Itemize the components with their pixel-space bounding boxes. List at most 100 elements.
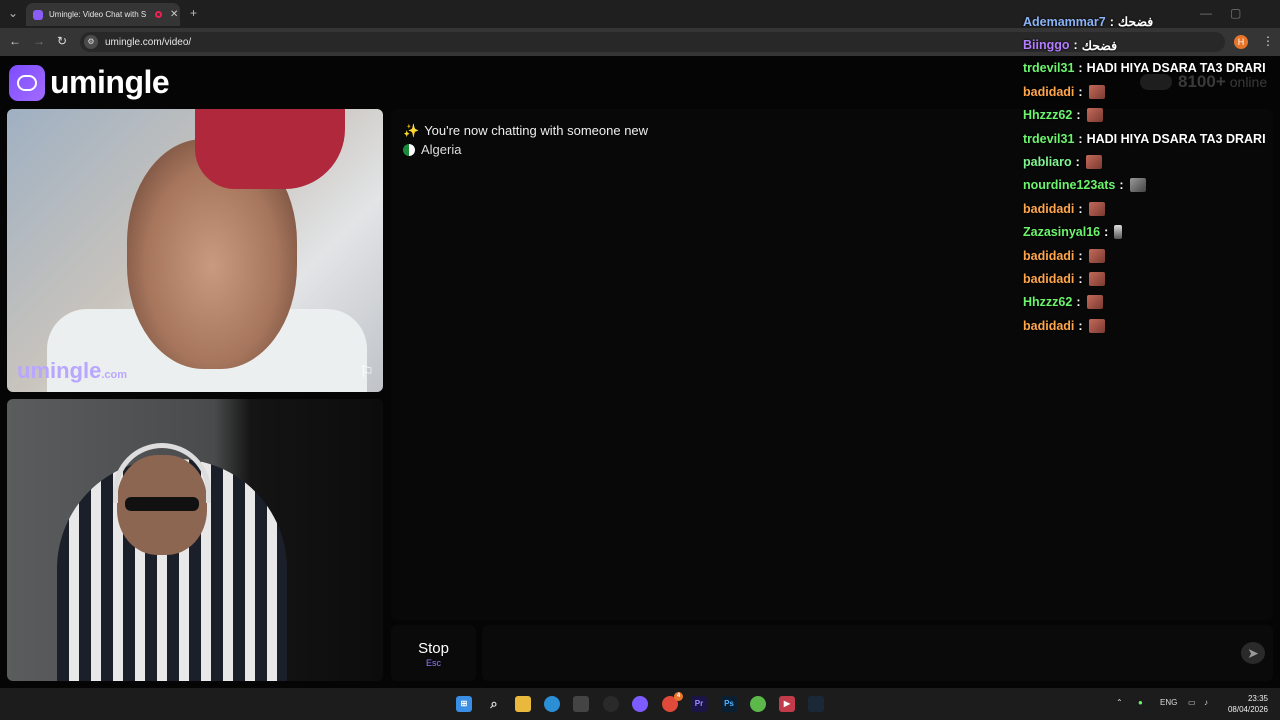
search-icon[interactable]: ⌕ — [486, 696, 502, 712]
chat-username: badidadi — [1023, 84, 1075, 99]
microphone-icon[interactable]: ● — [1138, 698, 1143, 707]
stranger-country: Algeria — [403, 142, 461, 157]
stream-chat-message: trdevil31: HADI HIYA DSARA TA3 DRARI — [1023, 57, 1280, 80]
self-video — [7, 399, 383, 681]
messenger-icon[interactable] — [632, 696, 648, 712]
url-text: umingle.com/video/ — [105, 36, 192, 48]
send-icon[interactable]: ➤ — [1241, 642, 1265, 664]
file-explorer-icon[interactable] — [515, 696, 531, 712]
new-tab-button[interactable]: + — [190, 6, 197, 20]
chat-separator: : — [1104, 225, 1109, 240]
chat-username: Hhzzz62 — [1023, 108, 1073, 123]
self-subject-sunglasses — [125, 497, 199, 511]
stop-label: Stop — [418, 640, 449, 657]
premiere-icon[interactable]: Pr — [691, 696, 707, 712]
clock-date: 08/04/2026 — [1227, 705, 1268, 714]
media-player-icon[interactable]: ▶ — [779, 696, 795, 712]
stream-chat-message: Ademammar7: فضحك — [1023, 10, 1280, 33]
chat-emote-icon — [1085, 155, 1102, 170]
stream-chat-message: badidadi: — [1023, 267, 1280, 290]
chat-username: Ademammar7 — [1023, 14, 1106, 29]
chat-username: trdevil31 — [1023, 61, 1075, 76]
chat-emote-icon — [1088, 248, 1105, 263]
chat-username: Biinggo — [1023, 38, 1070, 53]
utorrent-icon[interactable] — [750, 696, 766, 712]
chat-emote-icon — [1088, 318, 1105, 333]
forward-button[interactable]: → — [33, 34, 45, 48]
stream-chat-message: nourdine123ats: — [1023, 174, 1280, 197]
system-clock[interactable]: 23:35 08/04/2026 — [1222, 693, 1268, 715]
clock-time: 23:35 — [1247, 694, 1268, 703]
back-button[interactable]: ← — [9, 34, 21, 48]
stranger-video: umingle.com ⚐ — [7, 109, 383, 392]
stream-chat-overlay: Ademammar7: فضحك Biinggo: فضحك trdevil31: HAD… — [1023, 10, 1280, 337]
browser-tab[interactable]: Umingle: Video Chat with S ✕ — [26, 3, 180, 26]
tab-close-icon[interactable]: ✕ — [170, 9, 178, 20]
chat-username: Zazasinyal16 — [1023, 225, 1101, 240]
stream-chat-message: Hhzzz62: — [1023, 291, 1280, 314]
store-icon[interactable] — [573, 696, 589, 712]
photoshop-icon[interactable]: Ps — [721, 696, 737, 712]
stream-chat-message: trdevil31: HADI HIYA DSARA TA3 DRARI — [1023, 127, 1280, 150]
chat-emote-icon — [1088, 201, 1105, 216]
chat-separator: : — [1109, 14, 1114, 29]
chat-message-text: فضحك — [1081, 38, 1118, 53]
obs-icon[interactable] — [603, 696, 619, 712]
stream-chat-message: Biinggo: فضحك — [1023, 33, 1280, 56]
reload-button[interactable]: ↻ — [57, 34, 67, 48]
chat-separator: : — [1078, 131, 1083, 146]
stream-chat-message: Hhzzz62: — [1023, 104, 1280, 127]
algeria-flag-icon — [403, 143, 415, 156]
stop-shortcut: Esc — [425, 658, 441, 668]
chat-emote-icon — [1086, 295, 1103, 310]
stop-button[interactable]: Stop Esc — [391, 625, 476, 681]
system-message: ✨ You're now chatting with someone new — [403, 123, 649, 138]
recording-indicator-icon — [155, 11, 162, 18]
country-name: Algeria — [421, 142, 462, 157]
chat-message-text: فضحك — [1117, 15, 1154, 30]
report-flag-icon[interactable]: ⚐ — [360, 362, 374, 382]
chat-separator: : — [1119, 178, 1124, 193]
stream-chat-message: badidadi: — [1023, 244, 1280, 267]
chat-separator: : — [1078, 201, 1083, 216]
sparkles-icon: ✨ — [403, 123, 420, 138]
chat-separator: : — [1078, 318, 1083, 333]
language-indicator[interactable]: ENG — [1160, 698, 1177, 707]
chat-message-text: HADI HIYA DSARA TA3 DRARI — [1086, 131, 1266, 146]
logo-text: umingle — [50, 64, 170, 100]
chat-username: badidadi — [1023, 201, 1075, 216]
steam-icon[interactable] — [808, 696, 824, 712]
chat-username: trdevil31 — [1023, 131, 1075, 146]
stream-chat-message: badidadi: — [1023, 197, 1280, 220]
chat-bubble-logo-icon — [9, 64, 45, 101]
chat-separator: : — [1078, 84, 1083, 99]
edge-icon[interactable] — [544, 696, 560, 712]
network-icon[interactable]: ▭ — [1188, 698, 1196, 707]
tray-overflow-icon[interactable]: ⌃ — [1116, 698, 1123, 707]
chat-emote-icon — [1088, 84, 1105, 99]
tab-list-icon[interactable]: ⌄ — [8, 6, 18, 20]
chat-username: badidadi — [1023, 271, 1075, 286]
umingle-watermark: umingle.com — [17, 358, 128, 383]
chat-username: badidadi — [1023, 248, 1075, 263]
umingle-favicon-icon — [33, 9, 43, 20]
site-info-icon[interactable]: ⚙ — [84, 35, 98, 49]
windows-taskbar: ⊞ ⌕ 4 Pr Ps ▶ ⌃ ● ENG ▭ ♪ 23:35 08/04/20… — [0, 688, 1280, 720]
message-input[interactable]: ➤ — [482, 625, 1273, 681]
stream-chat-message: Zazasinyal16: — [1023, 221, 1280, 244]
chat-emote-icon — [1086, 108, 1103, 123]
chat-separator: : — [1075, 155, 1080, 170]
chat-emote-icon — [1114, 225, 1123, 240]
chat-separator: : — [1078, 271, 1083, 286]
chat-emote-icon — [1088, 271, 1105, 286]
chat-separator: : — [1076, 108, 1081, 123]
chat-emote-icon — [1129, 178, 1146, 193]
windows-start-icon[interactable]: ⊞ — [456, 696, 472, 712]
chat-separator: : — [1078, 248, 1083, 263]
chat-username: Hhzzz62 — [1023, 295, 1073, 310]
volume-icon[interactable]: ♪ — [1204, 698, 1208, 707]
umingle-logo[interactable]: umingle — [9, 64, 170, 101]
chat-username: nourdine123ats — [1023, 178, 1116, 193]
chat-username: pabliaro — [1023, 155, 1072, 170]
stream-chat-message: pabliaro: — [1023, 150, 1280, 173]
